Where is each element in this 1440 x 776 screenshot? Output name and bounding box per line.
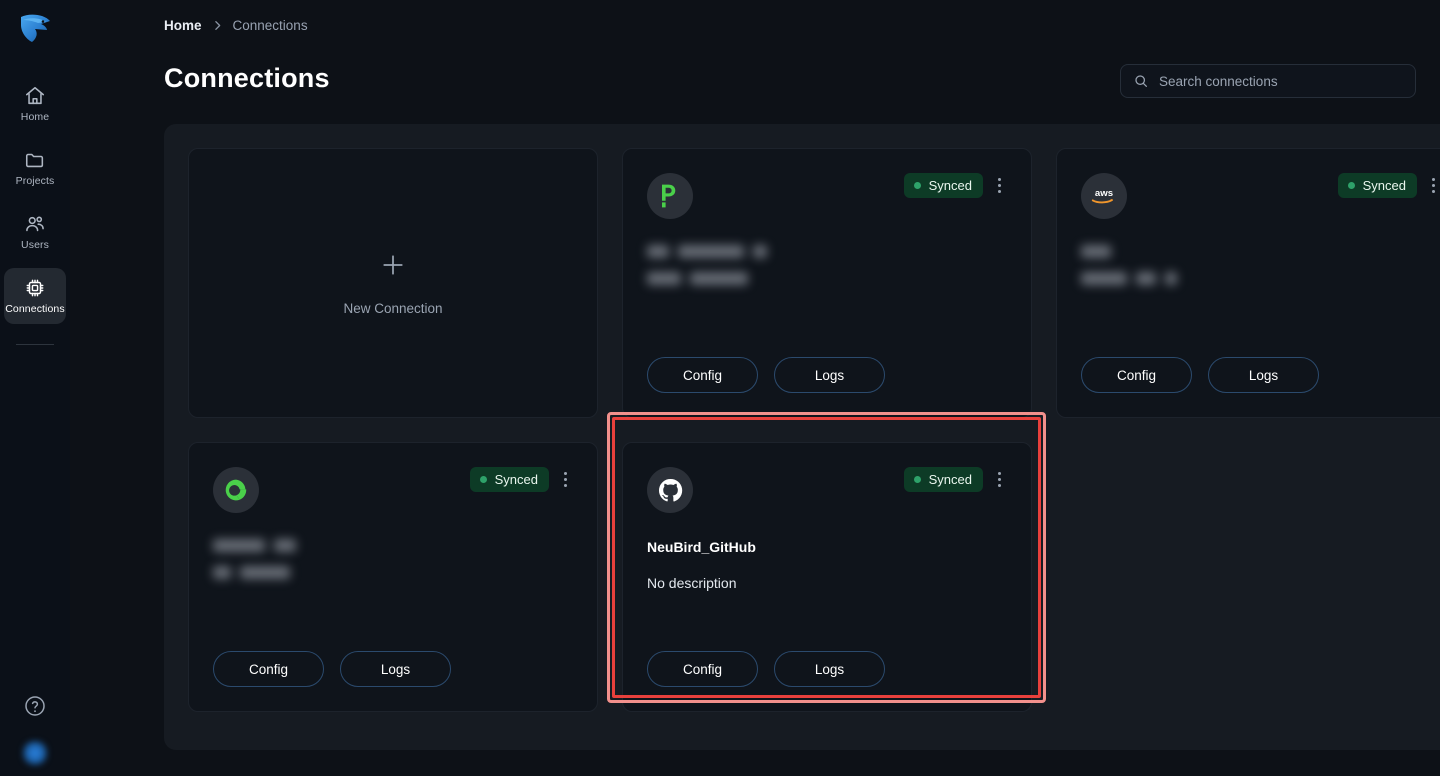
sidebar-item-label: Connections xyxy=(5,303,65,316)
sidebar-item-connections[interactable]: Connections xyxy=(4,268,66,324)
logs-button[interactable]: Logs xyxy=(1208,357,1319,393)
opsgenie-logo-icon xyxy=(213,467,259,513)
new-connection-label: New Connection xyxy=(343,300,443,316)
status-dot-icon xyxy=(1347,182,1355,189)
status-label: Synced xyxy=(494,472,538,487)
config-button[interactable]: Config xyxy=(1081,357,1192,393)
sidebar-item-label: Home xyxy=(20,111,50,124)
card-actions: Config Logs xyxy=(213,651,573,687)
help-circle-icon[interactable] xyxy=(23,694,47,718)
connections-panel: New Connection Synced Config Logs aws Sy… xyxy=(164,124,1440,750)
breadcrumb-home[interactable]: Home xyxy=(164,18,202,33)
sidebar-footer xyxy=(0,694,70,766)
connection-card-github[interactable]: Synced NeuBird_GitHub No description Con… xyxy=(622,442,1032,712)
status-dot-icon xyxy=(479,476,487,483)
home-icon xyxy=(25,87,45,105)
kebab-menu-icon[interactable] xyxy=(1425,177,1440,195)
config-button[interactable]: Config xyxy=(647,651,758,687)
redacted-connection-text xyxy=(213,539,573,579)
connection-name: NeuBird_GitHub xyxy=(647,539,756,555)
sidebar-item-home[interactable]: Home xyxy=(4,76,66,132)
card-actions: Config Logs xyxy=(647,651,1007,687)
sidebar-item-users[interactable]: Users xyxy=(4,204,66,260)
status-dot-icon xyxy=(913,182,921,189)
sidebar-nav: Home Projects Users Connections xyxy=(0,76,70,345)
search-icon xyxy=(1135,75,1147,87)
card-header: Synced xyxy=(647,467,1007,513)
brand-logo[interactable] xyxy=(12,10,58,48)
connections-grid: New Connection Synced Config Logs aws Sy… xyxy=(188,148,1440,712)
main-content: Home Connections Connections New Connect… xyxy=(70,0,1440,776)
card-actions: Config Logs xyxy=(1081,357,1440,393)
sidebar-item-projects[interactable]: Projects xyxy=(4,140,66,196)
status-label: Synced xyxy=(928,178,972,193)
svg-text:aws: aws xyxy=(1095,188,1113,199)
connection-card-aws[interactable]: aws Synced Config Logs xyxy=(1056,148,1440,418)
logs-button[interactable]: Logs xyxy=(340,651,451,687)
kebab-menu-icon[interactable] xyxy=(991,471,1007,489)
breadcrumb: Home Connections xyxy=(164,18,308,33)
card-status-area: Synced xyxy=(469,467,573,492)
connection-description: No description xyxy=(647,575,737,591)
card-header: aws Synced xyxy=(1081,173,1440,219)
plus-icon xyxy=(383,254,403,275)
logs-button[interactable]: Logs xyxy=(774,357,885,393)
config-button[interactable]: Config xyxy=(213,651,324,687)
sidebar-item-label: Users xyxy=(21,239,49,252)
card-status-area: Synced xyxy=(903,467,1007,492)
status-label: Synced xyxy=(928,472,972,487)
logs-button[interactable]: Logs xyxy=(774,651,885,687)
avatar[interactable] xyxy=(22,740,48,766)
breadcrumb-current: Connections xyxy=(232,18,308,33)
status-badge: Synced xyxy=(903,467,983,492)
sidebar: Home Projects Users Connections xyxy=(0,0,70,776)
neubird-eagle-logo-icon xyxy=(21,14,50,42)
folder-icon xyxy=(25,153,44,168)
search-input[interactable] xyxy=(1159,73,1403,89)
page-title: Connections xyxy=(164,63,330,93)
new-connection-card[interactable]: New Connection xyxy=(188,148,598,418)
connection-card-pagerduty[interactable]: Synced Config Logs xyxy=(622,148,1032,418)
users-icon xyxy=(26,216,44,232)
status-label: Synced xyxy=(1362,178,1406,193)
status-badge: Synced xyxy=(903,173,983,198)
search-box[interactable] xyxy=(1120,64,1416,98)
status-badge: Synced xyxy=(469,467,549,492)
status-badge: Synced xyxy=(1337,173,1417,198)
config-button[interactable]: Config xyxy=(647,357,758,393)
chip-icon xyxy=(26,279,44,297)
redacted-connection-text xyxy=(1081,245,1440,285)
redacted-connection-text xyxy=(647,245,1007,285)
card-actions: Config Logs xyxy=(647,357,1007,393)
status-dot-icon xyxy=(913,476,921,483)
chevron-right-icon xyxy=(211,19,224,32)
sidebar-divider xyxy=(16,344,54,345)
card-status-area: Synced xyxy=(1337,173,1440,198)
connection-card-opsgenie[interactable]: Synced Config Logs xyxy=(188,442,598,712)
card-header: Synced xyxy=(647,173,1007,219)
github-logo-icon xyxy=(647,467,693,513)
card-header: Synced xyxy=(213,467,573,513)
pagerduty-logo-icon xyxy=(647,173,693,219)
sidebar-item-label: Projects xyxy=(15,175,55,188)
aws-logo-icon: aws xyxy=(1081,173,1127,219)
connections-page: Home Projects Users Connections Home Con… xyxy=(0,0,1440,776)
card-status-area: Synced xyxy=(903,173,1007,198)
kebab-menu-icon[interactable] xyxy=(557,471,573,489)
kebab-menu-icon[interactable] xyxy=(991,177,1007,195)
